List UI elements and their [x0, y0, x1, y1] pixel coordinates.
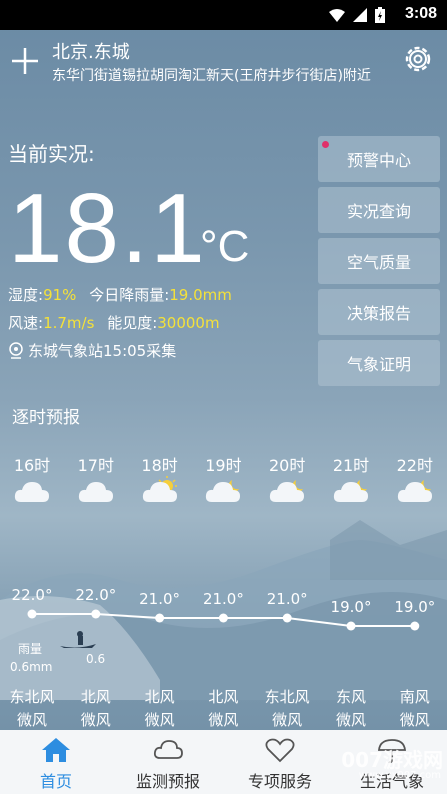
visibility-label: 能见度: — [107, 314, 158, 332]
wind-level: 微风 — [272, 711, 303, 729]
wind-visibility-row: 风速:1.7m/s 能见度:30000m — [8, 312, 220, 333]
hour-temperature: 19.0° — [394, 598, 436, 616]
wind-direction: 北风 — [208, 688, 239, 706]
current-temperature: 18.1 — [8, 173, 207, 283]
tab-special-service-label: 专项服务 — [247, 772, 312, 791]
hour-temperature: 21.0° — [139, 590, 181, 608]
station-info: 东城气象站15:05采集 — [8, 340, 176, 361]
wind-speed-value: 1.7m/s — [43, 314, 95, 332]
heart-icon — [265, 738, 295, 763]
tab-monitor-forecast[interactable]: 监测预报 — [112, 730, 224, 794]
status-icons — [329, 7, 385, 23]
location-pin-icon — [9, 341, 23, 359]
hour-temperature: 21.0° — [266, 590, 308, 608]
rain-label: 今日降雨量: — [89, 286, 170, 304]
hour-label: 22时 — [396, 456, 433, 475]
current-conditions-label: 当前实况: — [8, 142, 95, 166]
fisherman-boat-image — [60, 631, 96, 648]
hourly-forecast-title: 逐时预报 — [12, 408, 80, 428]
wind-level: 微风 — [335, 711, 366, 729]
weather-certificate-label: 气象证明 — [346, 355, 411, 374]
rain-value-0: 0.6mm — [10, 660, 53, 674]
tab-home-label: 首页 — [39, 772, 72, 791]
home-icon — [42, 738, 70, 762]
watermark-logo: 007游戏网 — [341, 748, 443, 772]
rain-value: 19.0mm — [169, 286, 232, 304]
station-text: 东城气象站15:05采集 — [28, 342, 177, 360]
hour-label: 16时 — [13, 456, 51, 475]
battery-icon — [375, 7, 385, 23]
wind-direction: 北风 — [144, 688, 175, 706]
air-quality-label: 空气质量 — [346, 253, 411, 272]
humidity-value: 91% — [43, 286, 77, 304]
wind-speed-label: 风速: — [8, 314, 44, 332]
tab-home[interactable]: 首页 — [0, 730, 112, 794]
humidity-label: 湿度: — [8, 286, 44, 304]
live-query-button[interactable]: 实况查询 — [318, 187, 440, 233]
header: 北京.东城 东华门街道锡拉胡同淘汇新天(王府井步行街店)附近 — [0, 30, 447, 90]
wind-level: 微风 — [80, 711, 111, 729]
hour-label: 17时 — [77, 456, 114, 475]
humidity-rain-row: 湿度:91% 今日降雨量:19.0mm — [8, 284, 232, 305]
wifi-icon — [329, 9, 345, 22]
notification-dot — [322, 141, 329, 148]
tab-monitor-forecast-label: 监测预报 — [135, 772, 200, 791]
cloudy-night-icon — [206, 480, 241, 502]
background — [0, 0, 447, 794]
hour-temperature: 21.0° — [202, 590, 244, 608]
cloudy-night-icon — [270, 480, 305, 502]
watermark-url: www.yx007.com — [358, 770, 441, 781]
wind-level: 微风 — [16, 711, 47, 729]
wind-level: 微风 — [208, 711, 239, 729]
status-bar: 3:08 — [0, 0, 447, 30]
rain-value-1: 0.6 — [86, 652, 106, 666]
location-address: 东华门街道锡拉胡同淘汇新天(王府井步行街店)附近 — [52, 68, 371, 84]
cloud-icon — [153, 740, 183, 759]
wind-direction: 北风 — [80, 688, 111, 706]
live-query-label: 实况查询 — [346, 202, 411, 221]
tab-special-service[interactable]: 专项服务 — [224, 730, 336, 794]
status-time: 3:08 — [404, 5, 437, 22]
hour-label: 19时 — [205, 456, 242, 475]
cloudy-icon — [78, 482, 113, 502]
cloudy-icon — [14, 482, 49, 502]
wind-level: 微风 — [399, 711, 430, 729]
city-name[interactable]: 北京.东城 — [52, 38, 130, 64]
decision-report-button[interactable]: 决策报告 — [318, 289, 440, 335]
air-quality-button[interactable]: 空气质量 — [318, 238, 440, 284]
signal-icon — [353, 8, 367, 22]
hour-label: 21时 — [332, 456, 370, 475]
partly-sunny-icon — [142, 476, 177, 502]
gear-icon[interactable] — [401, 42, 435, 76]
hour-temperature: 19.0° — [330, 598, 372, 616]
cloudy-night-icon — [333, 480, 368, 502]
warning-center-button[interactable]: 预警中心 — [318, 136, 440, 182]
wind-direction: 东北风 — [264, 688, 310, 706]
hour-temperature: 22.0° — [11, 586, 53, 604]
wind-direction: 东北风 — [9, 688, 55, 706]
visibility-value: 30000m — [157, 314, 220, 332]
wind-direction: 东风 — [335, 688, 366, 706]
decision-report-label: 决策报告 — [346, 304, 411, 323]
hour-label: 20时 — [269, 456, 306, 475]
cloudy-night-icon — [397, 480, 432, 502]
temperature-unit: °C — [200, 222, 250, 271]
warning-center-label: 预警中心 — [346, 151, 411, 170]
wind-level: 微风 — [144, 711, 175, 729]
mountain-landscape-image — [0, 520, 447, 700]
add-city-icon[interactable] — [10, 46, 40, 76]
hour-label: 18时 — [141, 456, 178, 475]
rain-title: 雨量 — [18, 642, 43, 656]
hour-temperature: 22.0° — [75, 586, 117, 604]
wind-direction: 南风 — [399, 688, 430, 706]
weather-certificate-button[interactable]: 气象证明 — [318, 340, 440, 386]
